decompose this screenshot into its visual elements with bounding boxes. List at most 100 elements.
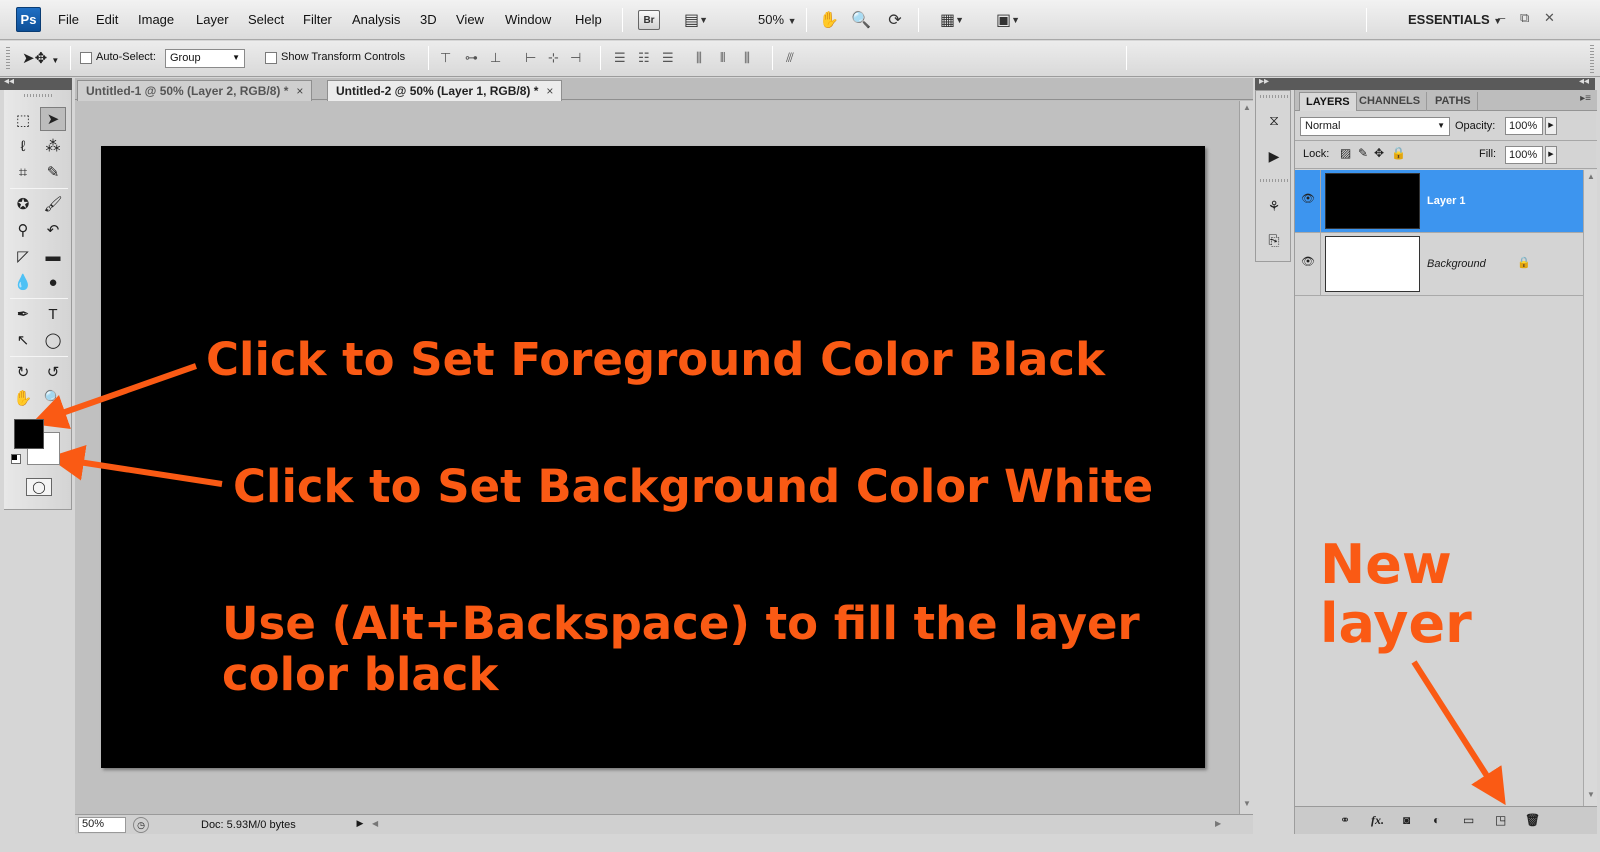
lock-position-icon[interactable]: ✥	[1374, 146, 1384, 160]
zoom-field[interactable]: 50%	[78, 817, 126, 833]
auto-select-dropdown[interactable]: Group ▼	[165, 49, 245, 68]
path-selection-tool-icon[interactable]: ↖	[10, 328, 36, 352]
menu-edit[interactable]: Edit	[96, 12, 118, 27]
eyedropper-tool-icon[interactable]: ✎	[40, 160, 66, 184]
minimize-icon[interactable]: –	[1498, 10, 1505, 25]
menu-filter[interactable]: Filter	[303, 12, 332, 27]
menu-analysis[interactable]: Analysis	[352, 12, 400, 27]
move-tool-icon[interactable]: ➤	[40, 107, 66, 131]
eraser-tool-icon[interactable]: ◸	[10, 244, 36, 268]
distribute-horizontal-center-icon[interactable]: ⫴	[720, 50, 725, 66]
tab-channels[interactable]: CHANNELS	[1353, 92, 1428, 111]
auto-align-layers-icon[interactable]: ⫻	[786, 50, 794, 66]
collapse-arrows-icon[interactable]: ◂◂	[1579, 76, 1589, 87]
scroll-right-icon[interactable]: ▶	[1215, 819, 1221, 828]
toolbox-grip[interactable]	[24, 94, 52, 97]
lock-transparency-icon[interactable]: ▨	[1340, 146, 1351, 160]
crop-tool-icon[interactable]: ⌗	[10, 160, 36, 184]
opacity-slider-arrow-icon[interactable]: ▶	[1545, 117, 1557, 135]
quick-mask-icon[interactable]: ◯	[26, 478, 52, 496]
restore-icon[interactable]: ⧉	[1520, 10, 1529, 26]
foreground-color-swatch[interactable]	[14, 419, 44, 449]
arrange-documents-icon[interactable]: ▦ ▼	[934, 9, 970, 31]
eye-icon[interactable]: 👁	[1299, 255, 1317, 271]
magic-wand-tool-icon[interactable]: ⁂	[40, 134, 66, 158]
distribute-top-icon[interactable]: ☰	[614, 50, 626, 66]
show-transform-checkbox[interactable]	[265, 52, 277, 64]
rectangular-marquee-tool-icon[interactable]: ⬚	[10, 108, 36, 132]
scroll-left-icon[interactable]: ◀	[372, 819, 378, 828]
delete-layer-icon[interactable]: 🗑	[1525, 813, 1540, 827]
brush-tool-icon[interactable]: 🖌	[40, 192, 66, 216]
dock-grip[interactable]	[1260, 179, 1288, 182]
options-bar-end-grip[interactable]	[1590, 45, 1594, 73]
new-group-icon[interactable]: ▭	[1463, 813, 1474, 827]
3d-rotate-tool-icon[interactable]: ↻	[10, 360, 36, 384]
tab-layers[interactable]: LAYERS	[1299, 92, 1357, 111]
ellipse-tool-icon[interactable]: ◯	[40, 328, 66, 352]
bridge-button[interactable]: Br	[638, 10, 660, 30]
default-colors-icon[interactable]	[11, 454, 21, 464]
pen-tool-icon[interactable]: ✒	[10, 302, 36, 326]
vertical-scrollbar[interactable]: ▲ ▼	[1239, 101, 1253, 814]
move-tool-preset-icon[interactable]: ➤✥ ▼	[22, 49, 59, 67]
collapse-arrows-icon[interactable]: ◂◂	[4, 76, 14, 87]
layer-style-icon[interactable]: fx.	[1371, 813, 1384, 828]
rotate-view-icon[interactable]: ⟳	[884, 9, 906, 31]
options-bar-grip[interactable]	[6, 47, 10, 71]
distribute-right-icon[interactable]: ⫼	[744, 50, 750, 66]
align-top-icon[interactable]: ⊤	[440, 50, 451, 66]
scroll-down-icon[interactable]: ▼	[1587, 790, 1595, 799]
history-panel-icon[interactable]: ⧖	[1262, 109, 1286, 131]
layer-name[interactable]: Layer 1	[1427, 195, 1466, 207]
scroll-down-icon[interactable]: ▼	[1243, 799, 1251, 808]
layer-row-layer-1[interactable]: 👁 Layer 1	[1295, 170, 1583, 233]
auto-select-checkbox[interactable]	[80, 52, 92, 64]
close-icon[interactable]: ✕	[1544, 10, 1555, 26]
align-horizontal-center-icon[interactable]: ⊹	[548, 50, 559, 66]
link-layers-icon[interactable]: ⚭	[1340, 813, 1350, 827]
clone-source-panel-icon[interactable]: ⎘	[1262, 229, 1286, 251]
adjustment-layer-icon[interactable]: ◐	[1433, 813, 1440, 827]
layer-name[interactable]: Background	[1427, 258, 1486, 270]
panel-menu-icon[interactable]: ▸≡	[1580, 93, 1591, 104]
scroll-up-icon[interactable]: ▲	[1587, 172, 1595, 181]
align-vertical-center-icon[interactable]: ⊶	[465, 50, 478, 66]
brush-presets-panel-icon[interactable]: ⚘	[1262, 195, 1286, 217]
align-left-icon[interactable]: ⊢	[525, 50, 536, 66]
status-menu-arrow-icon[interactable]: ▶	[354, 818, 366, 832]
menu-select[interactable]: Select	[248, 12, 284, 27]
menu-layer[interactable]: Layer	[196, 12, 229, 27]
zoom-level-dropdown[interactable]: 50% ▼	[758, 12, 797, 27]
opacity-field[interactable]: 100%	[1505, 117, 1543, 135]
distribute-vertical-center-icon[interactable]: ☷	[638, 50, 650, 66]
workspace-switcher[interactable]: ESSENTIALS ▼	[1408, 12, 1502, 27]
menu-view[interactable]: View	[456, 12, 484, 27]
align-bottom-icon[interactable]: ⊥	[490, 50, 501, 66]
lasso-tool-icon[interactable]: ℓ	[10, 134, 36, 158]
close-tab-icon[interactable]: ×	[546, 84, 553, 98]
panel-dock-header[interactable]: ▸▸ ◂◂	[1255, 76, 1595, 90]
hand-tool-icon[interactable]: ✋	[10, 386, 36, 410]
menu-3d[interactable]: 3D	[420, 12, 437, 27]
fill-field[interactable]: 100%	[1505, 146, 1543, 164]
hand-tool-icon[interactable]: ✋	[818, 9, 840, 31]
expand-arrows-icon[interactable]: ▸▸	[1259, 76, 1269, 87]
tab-untitled-2[interactable]: Untitled-2 @ 50% (Layer 1, RGB/8) * ×	[327, 80, 563, 101]
close-tab-icon[interactable]: ×	[296, 84, 303, 98]
gradient-tool-icon[interactable]: ▬	[40, 244, 66, 268]
blur-tool-icon[interactable]: 💧	[10, 270, 36, 294]
lock-all-icon[interactable]: 🔒	[1391, 146, 1406, 160]
blend-mode-dropdown[interactable]: Normal ▼	[1300, 117, 1450, 136]
distribute-bottom-icon[interactable]: ☰	[662, 50, 674, 66]
distribute-left-icon[interactable]: ⫼	[696, 50, 702, 66]
add-mask-icon[interactable]: ◙	[1403, 813, 1410, 827]
menu-image[interactable]: Image	[138, 12, 174, 27]
clone-stamp-tool-icon[interactable]: ⚲	[10, 218, 36, 242]
tab-paths[interactable]: PATHS	[1429, 92, 1478, 111]
zoom-tool-icon[interactable]: 🔍	[850, 9, 872, 31]
type-tool-icon[interactable]: T	[40, 302, 66, 326]
menu-window[interactable]: Window	[505, 12, 551, 27]
history-brush-tool-icon[interactable]: ↶	[40, 218, 66, 242]
lock-image-icon[interactable]: ✎	[1358, 146, 1368, 160]
